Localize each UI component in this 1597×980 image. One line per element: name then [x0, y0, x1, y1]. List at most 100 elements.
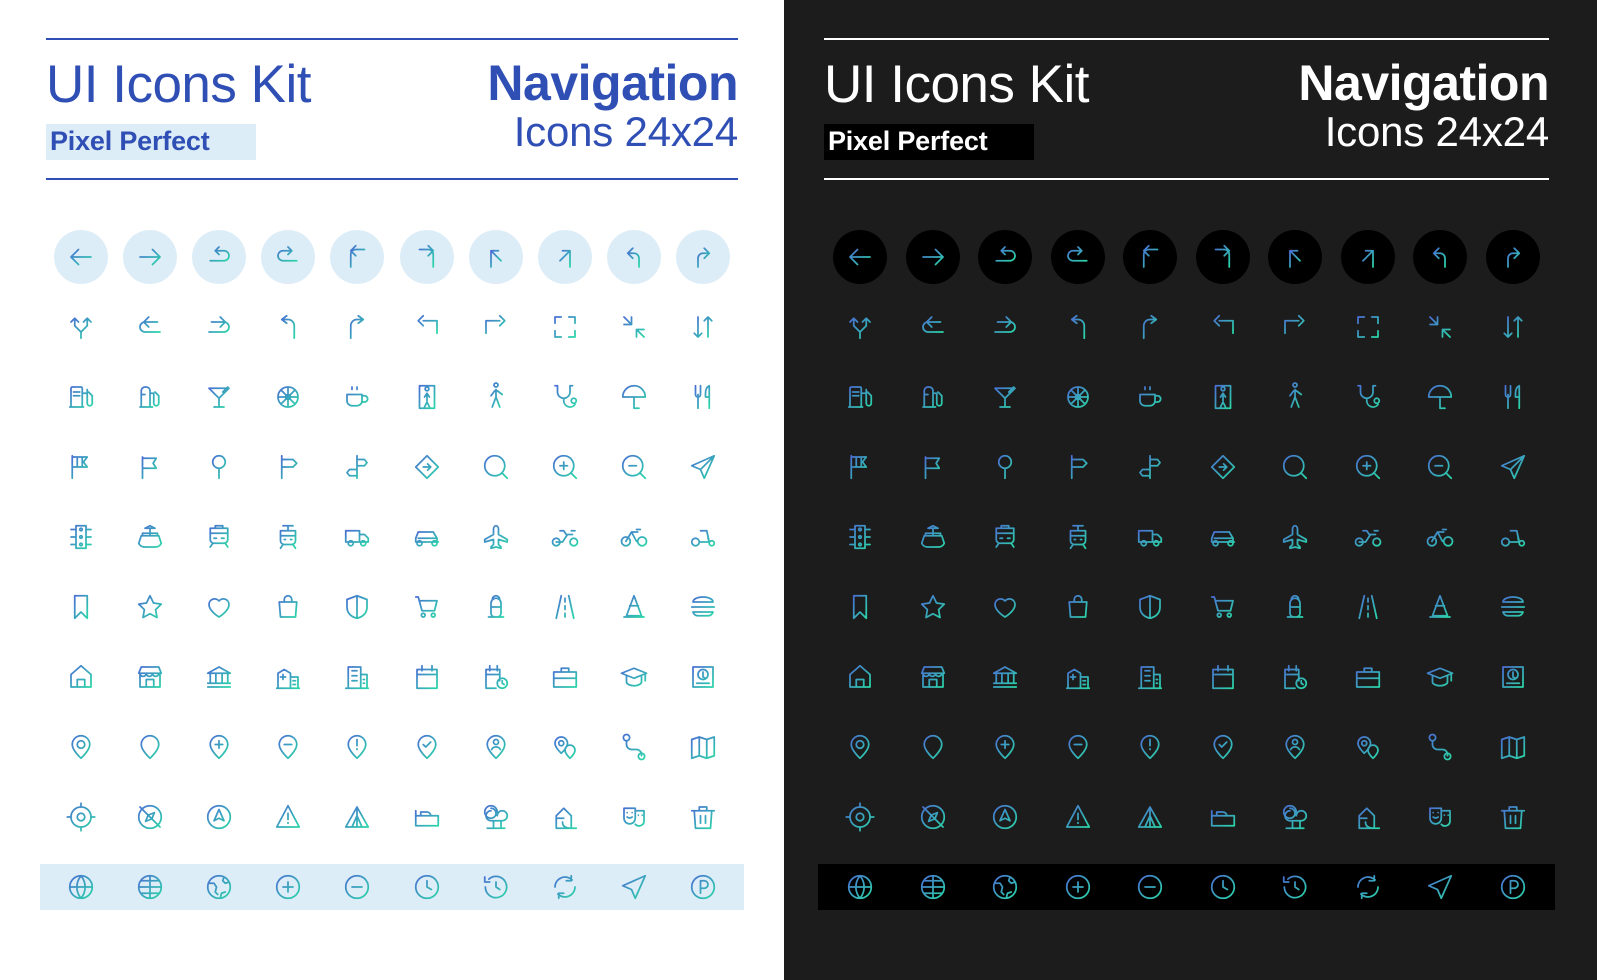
icon-cell[interactable]	[392, 432, 461, 502]
icon-cell[interactable]	[184, 642, 253, 712]
hospital-icon[interactable]	[273, 662, 303, 692]
icon-cell[interactable]	[461, 642, 530, 712]
icon-cell[interactable]	[530, 502, 599, 572]
flag-icon[interactable]	[135, 452, 165, 482]
icon-cell[interactable]	[184, 572, 253, 642]
icon-cell[interactable]	[184, 222, 253, 292]
icon-cell[interactable]	[392, 222, 461, 292]
icon-cell[interactable]	[461, 782, 530, 852]
plus-circle-icon[interactable]	[1063, 872, 1093, 902]
zoom-out-icon[interactable]	[619, 452, 649, 482]
road-icon[interactable]	[1353, 592, 1383, 622]
swap-vertical-icon[interactable]	[1498, 312, 1528, 342]
icon-cell[interactable]	[115, 292, 184, 362]
traffic-cone-icon[interactable]	[619, 592, 649, 622]
paper-plane-icon[interactable]	[688, 452, 718, 482]
icon-cell[interactable]	[1259, 292, 1332, 362]
icon-cell[interactable]	[600, 712, 669, 782]
icon-cell[interactable]	[46, 362, 115, 432]
icon-cell[interactable]	[1042, 502, 1115, 572]
icon-cell[interactable]	[115, 502, 184, 572]
arrow-slant-up-right-icon[interactable]	[1353, 242, 1383, 272]
shield-icon[interactable]	[1135, 592, 1165, 622]
icon-cell[interactable]	[461, 222, 530, 292]
icon-cell[interactable]	[969, 712, 1042, 782]
icon-cell[interactable]	[1042, 642, 1115, 712]
icon-cell[interactable]	[1332, 712, 1405, 782]
icon-cell[interactable]	[323, 642, 392, 712]
parking-icon[interactable]	[1498, 872, 1528, 902]
bookmark-icon[interactable]	[66, 592, 96, 622]
arrow-slant-up-left-icon[interactable]	[481, 242, 511, 272]
train-icon[interactable]	[990, 522, 1020, 552]
bank-icon[interactable]	[204, 662, 234, 692]
burger-icon[interactable]	[688, 592, 718, 622]
icon-cell[interactable]	[1332, 572, 1405, 642]
icon-cell[interactable]	[969, 502, 1042, 572]
globe-icon[interactable]	[845, 872, 875, 902]
icon-cell[interactable]	[461, 572, 530, 642]
icon-cell[interactable]	[46, 432, 115, 502]
globe-earth-icon[interactable]	[204, 872, 234, 902]
icon-cell[interactable]	[1259, 782, 1332, 852]
icon-cell[interactable]	[1042, 222, 1115, 292]
restaurant-cutlery-icon[interactable]	[688, 382, 718, 412]
globe-earth-icon[interactable]	[990, 872, 1020, 902]
shopping-cart-icon[interactable]	[1208, 592, 1238, 622]
zoom-out-icon[interactable]	[1425, 452, 1455, 482]
map-pin-alert-icon[interactable]	[342, 732, 372, 762]
folded-map-icon[interactable]	[1498, 732, 1528, 762]
expand-fullscreen-icon[interactable]	[1353, 312, 1383, 342]
icon-cell[interactable]	[1404, 852, 1477, 922]
turn-up-left-icon[interactable]	[1135, 242, 1165, 272]
flag-checkered-icon[interactable]	[66, 452, 96, 482]
turn-sharp-left-icon[interactable]	[1425, 242, 1455, 272]
stethoscope-icon[interactable]	[1353, 382, 1383, 412]
icon-cell[interactable]	[184, 782, 253, 852]
briefcase-icon[interactable]	[550, 662, 580, 692]
fire-hydrant-icon[interactable]	[1280, 592, 1310, 622]
icon-cell[interactable]	[115, 362, 184, 432]
icon-cell[interactable]	[1187, 502, 1260, 572]
icon-cell[interactable]	[897, 432, 970, 502]
icon-cell[interactable]	[115, 712, 184, 782]
tram-icon[interactable]	[1063, 522, 1093, 552]
turn-up-right-icon[interactable]	[1208, 242, 1238, 272]
signpost-double-icon[interactable]	[342, 452, 372, 482]
signpost-single-icon[interactable]	[1063, 452, 1093, 482]
icon-cell[interactable]	[600, 782, 669, 852]
icon-cell[interactable]	[1114, 712, 1187, 782]
target-locate-icon[interactable]	[845, 802, 875, 832]
icon-cell[interactable]	[1332, 432, 1405, 502]
hospital-icon[interactable]	[1063, 662, 1093, 692]
icon-cell[interactable]	[824, 502, 897, 572]
arrow-slant-up-left-icon[interactable]	[1280, 242, 1310, 272]
trash-bin-icon[interactable]	[688, 802, 718, 832]
refresh-icon[interactable]	[550, 872, 580, 902]
icon-cell[interactable]	[1259, 572, 1332, 642]
map-pin-user-icon[interactable]	[1280, 732, 1310, 762]
bed-icon[interactable]	[1208, 802, 1238, 832]
icon-cell[interactable]	[1187, 572, 1260, 642]
tent-icon[interactable]	[1135, 802, 1165, 832]
icon-cell[interactable]	[1332, 782, 1405, 852]
icon-cell[interactable]	[530, 712, 599, 782]
icon-cell[interactable]	[1404, 362, 1477, 432]
icon-cell[interactable]	[1477, 362, 1550, 432]
icon-cell[interactable]	[115, 572, 184, 642]
atm-icon[interactable]	[688, 662, 718, 692]
compass-off-icon[interactable]	[135, 802, 165, 832]
bicycle-icon[interactable]	[619, 522, 649, 552]
icon-cell[interactable]	[115, 222, 184, 292]
home-icon[interactable]	[845, 662, 875, 692]
clock-history-icon[interactable]	[481, 872, 511, 902]
icon-cell[interactable]	[530, 782, 599, 852]
icon-cell[interactable]	[461, 502, 530, 572]
navigation-arrow-icon[interactable]	[619, 872, 649, 902]
clock-icon[interactable]	[412, 872, 442, 902]
icon-cell[interactable]	[824, 782, 897, 852]
icon-cell[interactable]	[1259, 432, 1332, 502]
car-icon[interactable]	[1208, 522, 1238, 552]
van-icon[interactable]	[342, 522, 372, 552]
u-turn-left-icon[interactable]	[918, 312, 948, 342]
